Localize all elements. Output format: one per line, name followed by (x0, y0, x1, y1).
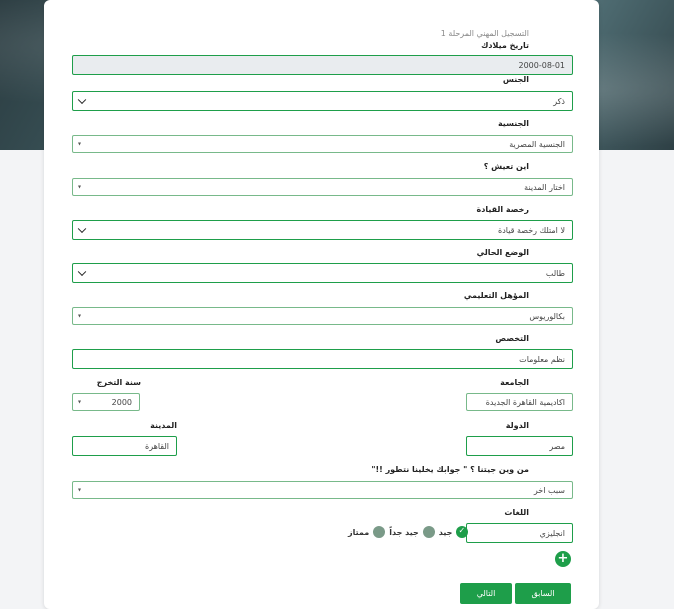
chevron-down-icon (77, 95, 87, 105)
country-label: الدولة (505, 421, 529, 430)
gender-select[interactable]: ذكر (72, 91, 573, 111)
dropdown-arrow-icon: ▾ (78, 312, 82, 320)
city2-input[interactable]: القاهرة (72, 436, 177, 456)
dropdown-arrow-icon: ▾ (78, 140, 82, 148)
specialty-label: التخصص (495, 334, 529, 343)
city2-label: المدينة (150, 421, 177, 430)
license-label: رخصة القيادة (476, 205, 530, 214)
university-label: الجامعة (500, 378, 529, 387)
chevron-down-icon (77, 267, 87, 277)
license-select[interactable]: لا امتلك رخصة قيادة (72, 220, 573, 240)
country-input[interactable]: مصر (466, 436, 573, 456)
nationality-label: الجنسية (497, 119, 529, 128)
level-radio-excellent[interactable] (373, 526, 386, 538)
previous-button[interactable]: السابق (515, 583, 571, 604)
specialty-input[interactable]: نظم معلومات (72, 349, 573, 369)
city-select[interactable]: اختار المدينة ▾ (72, 178, 573, 196)
university-input[interactable]: اكاديمية القاهرة الجديدة (466, 393, 573, 411)
languages-label: اللغات (504, 508, 529, 517)
birthdate-label: تاريخ ميلادك (481, 41, 529, 50)
add-language-button[interactable]: + (555, 551, 571, 567)
birthdate-input[interactable]: 2000-08-01 (72, 55, 573, 75)
registration-form-card: التسجيل المهني المرحلة 1 تاريخ ميلادك 20… (44, 0, 599, 609)
gender-label: الجنس (502, 75, 529, 84)
level-radio-very-good[interactable] (422, 526, 435, 538)
level-label-very-good: جيد جداً (389, 527, 419, 537)
step-title: التسجيل المهني المرحلة 1 (440, 29, 529, 38)
chevron-down-icon (77, 224, 87, 234)
next-button[interactable]: التالي (460, 583, 512, 604)
education-label: المؤهل التعليمي (463, 291, 529, 300)
level-label-good: جيد (438, 527, 453, 537)
dropdown-arrow-icon: ▾ (78, 486, 82, 494)
dropdown-arrow-icon: ▾ (78, 183, 82, 191)
language-input[interactable]: انجليزي (466, 523, 573, 543)
level-radio-good[interactable] (456, 526, 469, 538)
dropdown-arrow-icon: ▾ (78, 398, 82, 406)
nationality-select[interactable]: الجنسية المصرية ▾ (72, 135, 573, 153)
source-label: من وين جيتنا ؟ " جوابك يخلينا نتطور !!" (371, 465, 529, 474)
city-label: اين تعيش ؟ (483, 162, 529, 171)
source-select[interactable]: سبب اخر ▾ (72, 481, 573, 499)
grad-year-select[interactable]: 2000 ▾ (72, 393, 140, 411)
education-select[interactable]: بكالوريوس ▾ (72, 307, 573, 325)
language-level-options: ممتاز جيد جداً جيد (348, 525, 469, 539)
level-label-excellent: ممتاز (348, 527, 370, 537)
status-label: الوضع الحالي (476, 248, 529, 257)
grad-year-label: سنة التخرج (96, 378, 141, 387)
status-select[interactable]: طالب (72, 263, 573, 283)
